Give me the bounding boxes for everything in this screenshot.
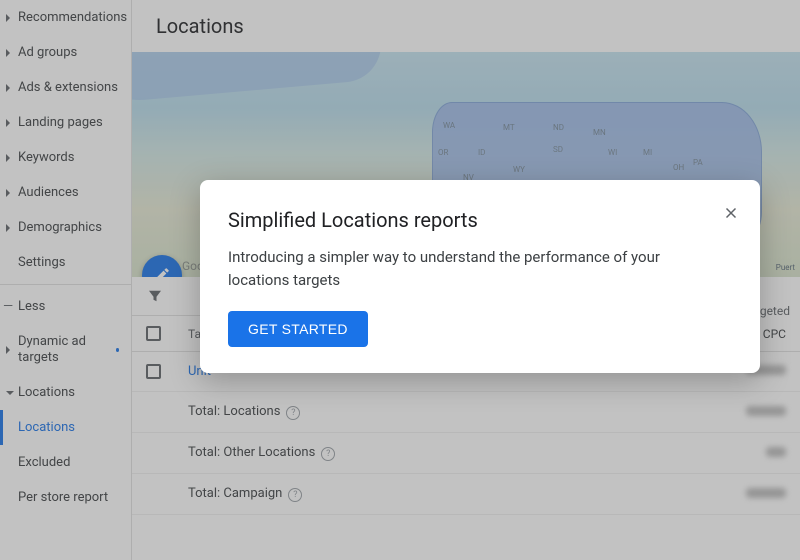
get-started-button[interactable]: GET STARTED xyxy=(228,311,368,347)
close-icon xyxy=(722,204,740,222)
modal-body: Introducing a simpler way to understand … xyxy=(228,246,708,291)
modal-title: Simplified Locations reports xyxy=(228,208,732,232)
close-button[interactable] xyxy=(718,200,744,226)
onboarding-modal: Simplified Locations reports Introducing… xyxy=(200,180,760,373)
